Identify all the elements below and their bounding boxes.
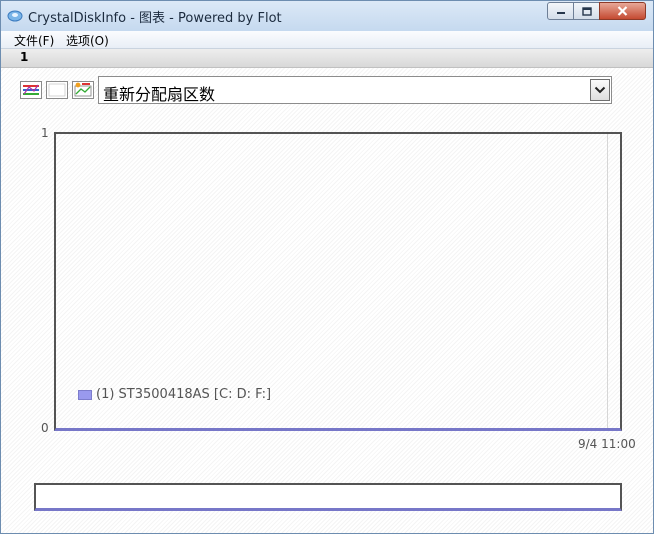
y-tick-label-1: 1 [41,126,49,140]
chart-panel: 重新分配扇区数 1 0 (1) ST3500418AS [C: D: F:] 9… [1,68,653,533]
blank-chart-button[interactable] [46,81,68,99]
menu-bar: 文件(F) 选项(O) [1,31,653,49]
legend-swatch [78,389,92,400]
blank-square-icon [48,83,66,97]
crystaldiskinfo-icon [7,10,23,22]
maximize-icon [581,6,592,16]
legend: (1) ST3500418AS [C: D: F:] [78,387,271,402]
close-icon [617,6,628,16]
maximize-button[interactable] [573,2,600,20]
y-tick-label-0: 0 [41,421,49,435]
dropdown-button[interactable] [590,79,610,101]
tab-bar: 1 [1,49,653,68]
chevron-down-icon [594,86,606,94]
attribute-select[interactable]: 重新分配扇区数 [98,76,612,104]
chart-multi-icon [23,84,39,95]
tab-disk-1[interactable]: 1 [20,50,28,64]
menu-file[interactable]: 文件(F) [14,32,54,49]
multi-chart-button[interactable] [20,81,42,99]
chart-edit-icon [74,82,92,97]
window-title: CrystalDiskInfo - 图表 - Powered by Flot [28,11,282,26]
x-tick-label: 9/4 11:00 [578,437,636,451]
app-window: CrystalDiskInfo - 图表 - Powered by Flot 文… [0,0,654,534]
plot-edge-line [607,134,608,428]
minimize-button[interactable] [547,2,574,20]
edit-chart-button[interactable] [72,81,94,99]
overview-plot[interactable] [34,483,622,511]
attribute-select-value: 重新分配扇区数 [103,85,216,104]
legend-series-label: (1) ST3500418AS [C: D: F:] [96,387,272,402]
close-button[interactable] [599,2,646,20]
title-bar[interactable]: CrystalDiskInfo - 图表 - Powered by Flot [1,1,653,31]
minimize-icon [556,12,565,14]
menu-options[interactable]: 选项(O) [66,32,109,49]
